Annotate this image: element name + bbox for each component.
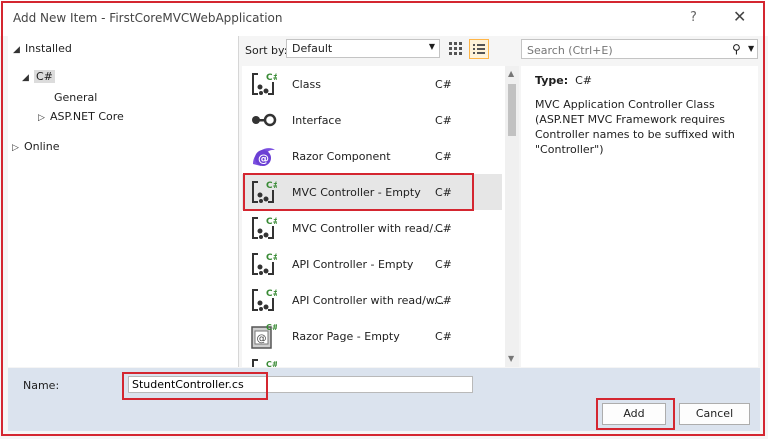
template-language: C#: [435, 222, 452, 235]
name-label: Name:: [23, 379, 60, 392]
list-item-interface[interactable]: Interface C#: [242, 102, 502, 138]
controller-icon: C#: [252, 217, 277, 239]
partial-item-icon: C#: [252, 359, 277, 367]
cancel-button[interactable]: Cancel: [679, 403, 750, 425]
csharp-class-icon: C#: [252, 73, 277, 95]
search-box[interactable]: ⚲ ▼: [521, 39, 758, 59]
chevron-down-icon: ▼: [428, 42, 435, 51]
grid-view-icon[interactable]: [448, 41, 464, 57]
template-language: C#: [435, 150, 452, 163]
template-language: C#: [435, 294, 452, 307]
interface-icon: [252, 113, 277, 127]
controller-icon: C#: [252, 289, 277, 311]
template-label: API Controller - Empty: [292, 258, 414, 271]
list-item-mvc-controller-read-write[interactable]: C# MVC Controller with read/... C#: [242, 210, 502, 246]
collapsed-triangle-icon: ▷: [12, 143, 19, 153]
controller-icon: C#: [252, 181, 277, 203]
sort-by-dropdown[interactable]: Default ▼: [286, 39, 440, 58]
title-bar: Add New Item - FirstCoreMVCWebApplicatio…: [0, 0, 768, 36]
tree-item-label: Online: [24, 140, 60, 153]
template-label: Class: [292, 78, 321, 91]
list-view-button[interactable]: [469, 39, 489, 59]
tree-item-installed[interactable]: ◢ Installed: [13, 42, 72, 55]
name-input[interactable]: [128, 376, 473, 393]
sort-by-value: Default: [292, 42, 333, 55]
tree-item-label: C#: [34, 70, 55, 83]
svg-text:C#: C#: [266, 181, 277, 191]
template-label: MVC Controller - Empty: [292, 186, 421, 199]
footer-bar: Name: Add Cancel: [8, 368, 760, 431]
list-item-api-controller-empty[interactable]: C# API Controller - Empty C#: [242, 246, 502, 282]
add-button[interactable]: Add: [602, 403, 666, 425]
close-button[interactable]: ✕: [733, 7, 746, 26]
expanded-triangle-icon: ◢: [22, 73, 29, 83]
svg-text:C#: C#: [266, 360, 277, 367]
template-label: Razor Component: [292, 150, 391, 163]
template-language: C#: [435, 114, 452, 127]
search-input[interactable]: [525, 41, 729, 59]
svg-text:C#: C#: [266, 323, 277, 332]
template-language: C#: [435, 330, 452, 343]
controller-icon: C#: [252, 253, 277, 275]
template-label: Interface: [292, 114, 342, 127]
scroll-down-icon[interactable]: ▼: [508, 354, 514, 363]
svg-text:C#: C#: [266, 73, 277, 83]
tree-item-label: ASP.NET Core: [50, 110, 124, 123]
tree-item-label: Installed: [25, 42, 72, 55]
list-view-icon: [473, 44, 485, 54]
type-value: C#: [575, 74, 593, 87]
tree-item-general[interactable]: General: [54, 91, 97, 104]
add-new-item-dialog: Add New Item - FirstCoreMVCWebApplicatio…: [0, 0, 768, 439]
list-item-razor-page-empty[interactable]: @ C# Razor Page - Empty C#: [242, 318, 502, 354]
template-language: C#: [435, 258, 452, 271]
template-label: Razor Page - Empty: [292, 330, 400, 343]
template-description: MVC Application Controller Class (ASP.NE…: [535, 98, 735, 156]
template-list: C# Class C# Interface C# @ Razor Compone…: [242, 66, 519, 367]
svg-text:@: @: [258, 152, 269, 165]
search-icon[interactable]: ⚲: [732, 42, 741, 56]
scrollbar-thumb[interactable]: [508, 84, 516, 136]
tree-item-aspnet-core[interactable]: ▷ ASP.NET Core: [38, 110, 124, 123]
tree-item-label: General: [54, 91, 98, 104]
type-label: Type:: [535, 74, 569, 87]
list-item-class[interactable]: C# Class C#: [242, 66, 502, 102]
template-label: MVC Controller with read/...: [292, 222, 444, 235]
chevron-down-icon[interactable]: ▼: [748, 44, 754, 53]
tree-item-online[interactable]: ▷ Online: [12, 140, 59, 153]
category-tree: ◢ Installed ◢ C# General ▷ ASP.NET Core ▷ On…: [8, 36, 239, 367]
list-item-razor-component[interactable]: @ Razor Component C#: [242, 138, 502, 174]
scroll-up-icon[interactable]: ▲: [508, 69, 514, 78]
sort-by-label: Sort by:: [245, 44, 288, 57]
template-language: C#: [435, 78, 452, 91]
template-type: Type: C#: [535, 74, 592, 87]
help-button[interactable]: ?: [690, 10, 697, 25]
svg-text:C#: C#: [266, 253, 277, 263]
template-label: API Controller with read/w...: [292, 294, 445, 307]
template-language: C#: [435, 186, 452, 199]
razor-page-icon: @ C#: [251, 323, 277, 349]
list-item-mvc-controller-empty[interactable]: C# MVC Controller - Empty C#: [242, 174, 502, 210]
template-details: Type: C# MVC Application Controller Clas…: [521, 66, 758, 367]
razor-component-icon: @: [253, 148, 275, 166]
window-title: Add New Item - FirstCoreMVCWebApplicatio…: [13, 11, 283, 25]
template-list-scrollbar[interactable]: ▲ ▼: [505, 66, 519, 367]
list-item-api-controller-read-write[interactable]: C# API Controller with read/w... C#: [242, 282, 502, 318]
tree-item-csharp[interactable]: ◢ C#: [22, 70, 55, 83]
expanded-triangle-icon: ◢: [13, 45, 20, 55]
svg-text:C#: C#: [266, 289, 277, 299]
svg-text:C#: C#: [266, 217, 277, 227]
collapsed-triangle-icon: ▷: [38, 113, 45, 123]
svg-text:@: @: [257, 334, 267, 345]
